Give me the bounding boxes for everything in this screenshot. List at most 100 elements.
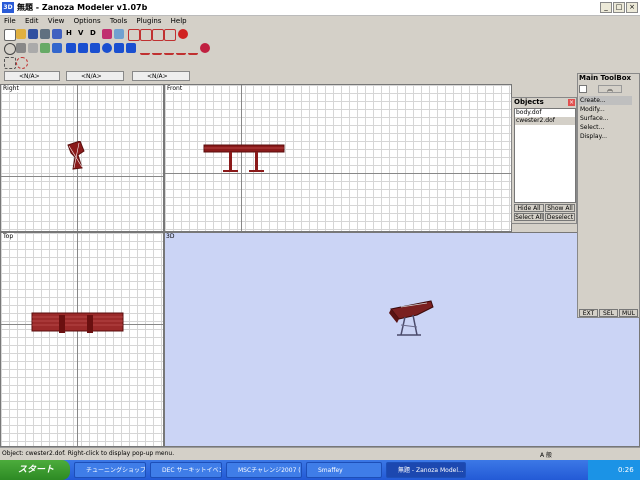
model-right-view (67, 141, 85, 170)
select-rect-icon[interactable] (4, 57, 16, 69)
viewport-right[interactable]: Right (0, 84, 164, 232)
rotate-view-icon[interactable] (28, 43, 38, 53)
viewport-3d[interactable]: 3D (164, 232, 640, 447)
toolbox-title: Main ToolBox (579, 74, 632, 82)
task-button-5[interactable]: 無題 - Zanoza Model... (386, 462, 466, 478)
shade-box-icon[interactable] (66, 43, 76, 53)
combo-1[interactable]: <N/A> (4, 71, 60, 81)
menu-tools[interactable]: Tools (110, 16, 127, 27)
task-button-2[interactable]: DEC サーキットイベント... (150, 462, 222, 478)
move-icon[interactable] (140, 43, 150, 55)
deselect-button[interactable]: Deselect (545, 213, 575, 221)
close-button[interactable]: × (626, 2, 638, 13)
menu-help[interactable]: Help (171, 16, 187, 27)
mirror-icon[interactable] (176, 43, 186, 55)
scale-icon[interactable] (152, 43, 162, 55)
selection-toolbar (0, 56, 640, 69)
window-title: 無題 - Zanoza Modeler v1.07b (17, 3, 148, 12)
ime-indicator[interactable]: A 般 (540, 450, 552, 459)
cone-icon[interactable] (152, 29, 164, 41)
torus-icon[interactable] (164, 29, 176, 41)
show-all-button[interactable]: Show All (545, 204, 575, 212)
print-icon[interactable] (40, 29, 50, 39)
task-button-1[interactable]: チューニングショップ（カ... (74, 462, 146, 478)
viewport-top-label: Top (2, 233, 15, 240)
object-item-cwester2[interactable]: cwester2.dof (515, 117, 575, 125)
objects-list[interactable]: body.dof cwester2.dof (514, 108, 576, 203)
combo-row: <N/A> <N/A> <N/A> (0, 70, 640, 83)
ext-button[interactable]: EXT (579, 309, 598, 317)
model-3d-view (389, 300, 434, 336)
shade-cone-icon[interactable] (114, 43, 124, 53)
edit-toolbar (0, 42, 640, 55)
objects-close-icon[interactable]: × (568, 99, 575, 106)
objects-panel: Objects × body.dof cwester2.dof Hide All… (511, 97, 577, 224)
app-icon[interactable]: 3D (2, 2, 14, 13)
viewport-3d-label: 3D (166, 233, 175, 240)
maximize-button[interactable]: □ (613, 2, 625, 13)
sel-button[interactable]: SEL (599, 309, 618, 317)
object-item-body[interactable]: body.dof (515, 109, 575, 117)
grid-icon[interactable] (114, 29, 124, 39)
display-letter-icon[interactable]: D (90, 29, 100, 39)
select-all-button[interactable]: Select All (514, 213, 544, 221)
sphere-icon[interactable] (178, 29, 188, 39)
hide-letter-icon[interactable]: H (66, 29, 76, 39)
combo-3[interactable]: <N/A> (132, 71, 190, 81)
main-toolbar: H V D (0, 28, 640, 41)
cylinder-icon[interactable] (140, 29, 152, 41)
box-icon[interactable] (128, 29, 140, 41)
properties-icon[interactable] (52, 29, 62, 39)
viewport-right-label: Right (2, 85, 20, 92)
zanoza-icon[interactable] (200, 43, 210, 53)
toolbox-item-modify[interactable]: Modify... (579, 105, 632, 114)
start-button[interactable]: スタート (0, 460, 70, 480)
rotate-icon[interactable] (164, 43, 174, 55)
menu-options[interactable]: Options (74, 16, 101, 27)
new-icon[interactable] (4, 29, 16, 41)
status-bar: Object: cwester2.dof. Right-click to dis… (0, 447, 640, 460)
viewport-front[interactable]: Front (164, 84, 512, 232)
menu-file[interactable]: File (4, 16, 16, 27)
system-tray: 0:26 (588, 460, 640, 480)
task-button-4[interactable]: Smaffey (306, 462, 382, 478)
view-letter-icon[interactable]: V (78, 29, 88, 39)
render-icon[interactable] (52, 43, 62, 53)
select-circle-icon[interactable] (16, 57, 28, 69)
main-toolbox: Main ToolBox ︽ Create... Modify... Surfa… (577, 73, 640, 318)
zoom-icon[interactable] (4, 43, 16, 55)
menu-view[interactable]: View (48, 16, 65, 27)
toolbox-item-display[interactable]: Display... (579, 132, 632, 141)
taskbar: チューニングショップ（カ... DEC サーキットイベント... MSCチャレン… (0, 460, 640, 480)
clock[interactable]: 0:26 (618, 466, 634, 474)
save-icon[interactable] (28, 29, 38, 39)
toolbox-item-surface[interactable]: Surface... (579, 114, 632, 123)
status-message: Object: cwester2.dof. Right-click to dis… (2, 450, 175, 457)
model-top-view (31, 312, 124, 333)
task-button-3[interactable]: MSCチャレンジ2007 (第... (226, 462, 302, 478)
shade-torus-icon[interactable] (126, 43, 136, 53)
plugin-icon[interactable] (102, 29, 112, 39)
toolbox-item-select[interactable]: Select... (579, 123, 632, 132)
menu-plugins[interactable]: Plugins (136, 16, 161, 27)
open-icon[interactable] (16, 29, 26, 39)
minimize-button[interactable]: _ (600, 2, 612, 13)
shade-cube-icon[interactable] (78, 43, 88, 53)
pan-icon[interactable] (16, 43, 26, 53)
viewport-top[interactable]: Top (0, 232, 164, 447)
toolbox-collapse-icon[interactable]: ︽ (598, 85, 622, 93)
menu-bar: File Edit View Options Tools Plugins Hel… (0, 16, 640, 27)
shade-sphere-icon[interactable] (102, 43, 112, 53)
title-bar: 3D 無題 - Zanoza Modeler v1.07b _ □ × (0, 0, 640, 16)
toolbox-pin-icon[interactable] (579, 85, 587, 93)
toolbox-item-create[interactable]: Create... (579, 96, 632, 105)
shade-cylinder-icon[interactable] (90, 43, 100, 53)
align-icon[interactable] (188, 43, 198, 55)
viewport-front-label: Front (166, 85, 184, 92)
hide-all-button[interactable]: Hide All (514, 204, 544, 212)
combo-2[interactable]: <N/A> (66, 71, 124, 81)
fit-icon[interactable] (40, 43, 50, 53)
menu-edit[interactable]: Edit (25, 16, 39, 27)
mul-button[interactable]: MUL (619, 309, 638, 317)
model-front-view (203, 144, 285, 172)
